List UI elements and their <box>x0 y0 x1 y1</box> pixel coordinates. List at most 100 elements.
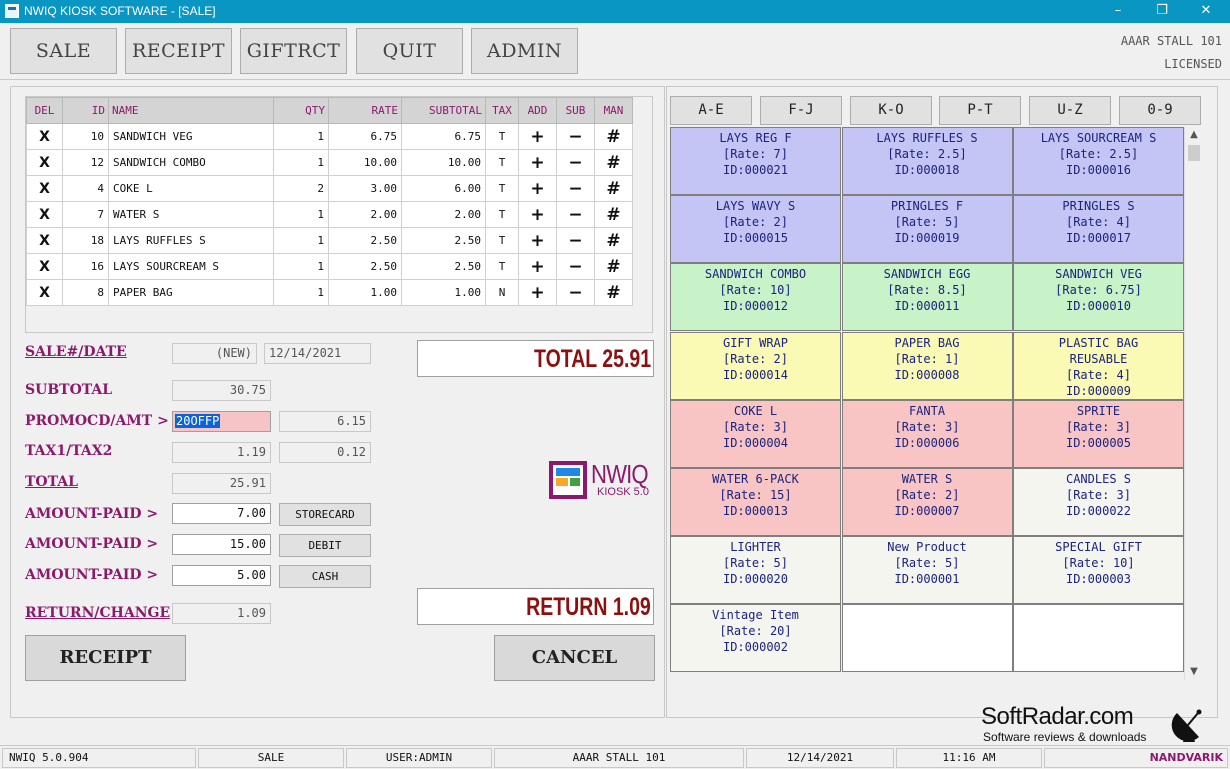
category-tab-f-j[interactable]: F-J <box>760 96 842 125</box>
add-qty-icon[interactable]: + <box>518 253 557 280</box>
add-qty-icon[interactable]: + <box>518 279 557 306</box>
product-tile[interactable]: Vintage Item [Rate: 20] ID:000002 <box>670 604 841 673</box>
category-tab-a-e[interactable]: A-E <box>670 96 752 125</box>
col-sub: SUB <box>556 97 595 124</box>
store-name: AAAR STALL 101 <box>1120 34 1222 48</box>
print-receipt-button[interactable]: RECEIPT <box>25 635 186 681</box>
delete-item-icon[interactable]: X <box>26 279 63 306</box>
subtract-qty-icon[interactable]: − <box>556 279 595 306</box>
product-tile[interactable]: New Product [Rate: 5] ID:000001 <box>841 536 1013 605</box>
add-qty-icon[interactable]: + <box>518 175 557 202</box>
debit-button[interactable]: DEBIT <box>279 534 371 557</box>
product-tile[interactable]: GIFT WRAP [Rate: 2] ID:000014 <box>670 331 841 400</box>
product-tile[interactable]: SPRITE [Rate: 3] ID:000005 <box>1013 399 1184 468</box>
add-qty-icon[interactable]: + <box>518 123 557 150</box>
manual-edit-icon[interactable]: # <box>594 253 633 280</box>
product-tile[interactable] <box>1013 604 1184 673</box>
product-tile[interactable]: LAYS RUFFLES S [Rate: 2.5] ID:000018 <box>841 127 1013 195</box>
manual-edit-icon[interactable]: # <box>594 149 633 176</box>
minimize-button[interactable]: – <box>1096 0 1140 23</box>
manual-edit-icon[interactable]: # <box>594 123 633 150</box>
sale-items-grid: DEL ID NAME QTY RATE SUBTOTAL TAX ADD SU… <box>25 96 653 333</box>
product-tile[interactable]: WATER S [Rate: 2] ID:000007 <box>841 468 1013 536</box>
subtract-qty-icon[interactable]: − <box>556 253 595 280</box>
quit-button[interactable]: QUIT <box>356 28 463 74</box>
delete-item-icon[interactable]: X <box>26 123 63 150</box>
product-tile[interactable] <box>841 604 1013 673</box>
add-qty-icon[interactable]: + <box>518 149 557 176</box>
product-name: FANTA <box>908 403 946 418</box>
scroll-down-icon[interactable]: ▼ <box>1185 664 1203 680</box>
manual-edit-icon[interactable]: # <box>594 279 633 306</box>
product-scrollbar[interactable]: ▲ ▼ <box>1184 127 1202 680</box>
product-tile[interactable]: SPECIAL GIFT [Rate: 10] ID:000003 <box>1013 536 1184 605</box>
product-tile[interactable]: PRINGLES F [Rate: 5] ID:000019 <box>841 195 1013 264</box>
table-row[interactable]: X 18 LAYS RUFFLES S 1 2.50 2.50 T + − # <box>26 227 633 254</box>
scroll-thumb[interactable] <box>1188 145 1200 161</box>
delete-item-icon[interactable]: X <box>26 253 63 280</box>
category-tab-u-z[interactable]: U-Z <box>1029 96 1111 125</box>
subtotal-field: 30.75 <box>172 380 271 401</box>
product-tile[interactable]: LIGHTER [Rate: 5] ID:000020 <box>670 536 841 605</box>
category-tab-k-o[interactable]: K-O <box>850 96 932 125</box>
close-button[interactable]: ✕ <box>1184 0 1228 23</box>
product-id: ID:000002 <box>722 640 789 655</box>
delete-item-icon[interactable]: X <box>26 227 63 254</box>
product-tile[interactable]: WATER 6-PACK [Rate: 15] ID:000013 <box>670 468 841 536</box>
admin-button[interactable]: ADMIN <box>471 28 578 74</box>
category-tab-p-t[interactable]: P-T <box>939 96 1021 125</box>
subtract-qty-icon[interactable]: − <box>556 149 595 176</box>
cell-rate: 2.50 <box>328 227 402 254</box>
product-tile[interactable]: PLASTIC BAG REUSABLE [Rate: 4] ID:000009 <box>1013 331 1184 400</box>
table-row[interactable]: X 8 PAPER BAG 1 1.00 1.00 N + − # <box>26 279 633 306</box>
cell-id: 8 <box>62 279 109 306</box>
manual-edit-icon[interactable]: # <box>594 175 633 202</box>
add-qty-icon[interactable]: + <box>518 201 557 228</box>
amount-paid-input-1[interactable]: 7.00 <box>172 503 271 524</box>
table-row[interactable]: X 16 LAYS SOURCREAM S 1 2.50 2.50 T + − # <box>26 253 633 280</box>
product-tile[interactable]: CANDLES S [Rate: 3] ID:000022 <box>1013 468 1184 536</box>
receipt-button[interactable]: RECEIPT <box>125 28 232 74</box>
manual-edit-icon[interactable]: # <box>594 227 633 254</box>
product-tile[interactable]: SANDWICH COMBO [Rate: 10] ID:000012 <box>670 263 841 332</box>
table-row[interactable]: X 10 SANDWICH VEG 1 6.75 6.75 T + − # <box>26 123 633 150</box>
delete-item-icon[interactable]: X <box>26 149 63 176</box>
product-tile[interactable]: LAYS REG F [Rate: 7] ID:000021 <box>670 127 841 195</box>
storecard-button[interactable]: STORECARD <box>279 503 371 526</box>
add-qty-icon[interactable]: + <box>518 227 557 254</box>
subtract-qty-icon[interactable]: − <box>556 227 595 254</box>
promo-code-input[interactable]: 20OFFP <box>172 411 271 432</box>
amount-paid-input-2[interactable]: 15.00 <box>172 534 271 555</box>
product-rate: [Rate: 2] <box>894 488 960 502</box>
subtract-qty-icon[interactable]: − <box>556 123 595 150</box>
col-name: NAME <box>108 97 274 124</box>
app-icon <box>5 4 19 18</box>
manual-edit-icon[interactable]: # <box>594 201 633 228</box>
product-tile[interactable]: SANDWICH EGG [Rate: 8.5] ID:000011 <box>841 263 1013 332</box>
product-tile[interactable]: LAYS SOURCREAM S [Rate: 2.5] ID:000016 <box>1013 127 1184 195</box>
product-tile[interactable]: LAYS WAVY S [Rate: 2] ID:000015 <box>670 195 841 264</box>
product-tile[interactable]: COKE L [Rate: 3] ID:000004 <box>670 399 841 468</box>
table-row[interactable]: X 12 SANDWICH COMBO 1 10.00 10.00 T + − # <box>26 149 633 176</box>
sale-button[interactable]: SALE <box>10 28 117 74</box>
product-tile[interactable]: FANTA [Rate: 3] ID:000006 <box>841 399 1013 468</box>
subtract-qty-icon[interactable]: − <box>556 201 595 228</box>
product-tile[interactable]: PRINGLES S [Rate: 4] ID:000017 <box>1013 195 1184 264</box>
delete-item-icon[interactable]: X <box>26 201 63 228</box>
category-tab-0-9[interactable]: 0-9 <box>1119 96 1201 125</box>
cash-button[interactable]: CASH <box>279 565 371 588</box>
cancel-button[interactable]: CANCEL <box>494 635 655 681</box>
product-rate: [Rate: 3] <box>894 419 960 434</box>
amount-paid-input-3[interactable]: 5.00 <box>172 565 271 586</box>
product-name: LIGHTER <box>730 540 781 555</box>
giftrct-button[interactable]: GIFTRCT <box>240 28 347 74</box>
scroll-up-icon[interactable]: ▲ <box>1185 127 1203 143</box>
sale-items-table: DEL ID NAME QTY RATE SUBTOTAL TAX ADD SU… <box>26 97 633 306</box>
product-tile[interactable]: SANDWICH VEG [Rate: 6.75] ID:000010 <box>1013 263 1184 332</box>
maximize-button[interactable]: ❐ <box>1140 0 1184 23</box>
delete-item-icon[interactable]: X <box>26 175 63 202</box>
product-tile[interactable]: PAPER BAG [Rate: 1] ID:000008 <box>841 331 1013 400</box>
table-row[interactable]: X 4 COKE L 2 3.00 6.00 T + − # <box>26 175 633 202</box>
table-row[interactable]: X 7 WATER S 1 2.00 2.00 T + − # <box>26 201 633 228</box>
subtract-qty-icon[interactable]: − <box>556 175 595 202</box>
